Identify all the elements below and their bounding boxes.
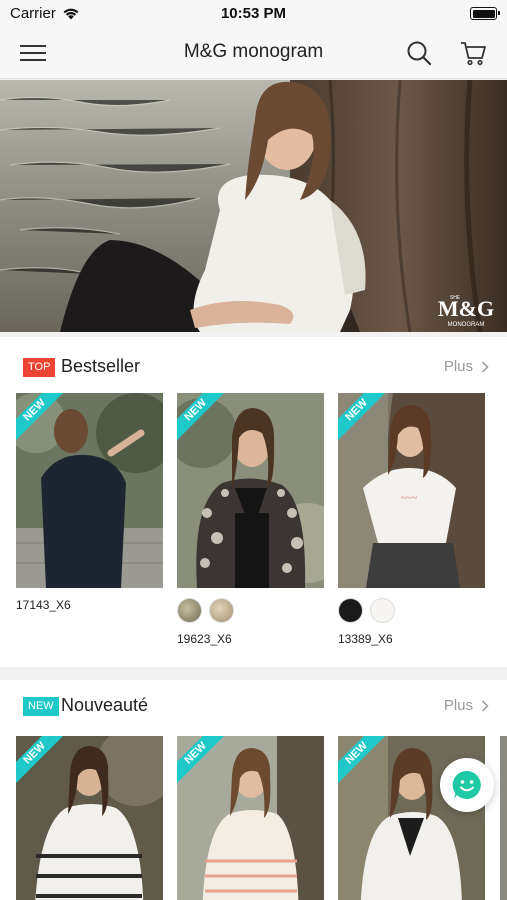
bestseller-more-link[interactable]: Plus xyxy=(444,358,489,375)
product-card[interactable]: NEW xyxy=(177,736,324,900)
cart-icon[interactable] xyxy=(458,38,488,68)
product-card[interactable]: NEW 17143_X6 xyxy=(16,393,163,623)
product-sku: 13389_X6 xyxy=(338,632,393,646)
product-image[interactable]: NEW xyxy=(16,736,163,900)
clock: 10:53 PM xyxy=(220,5,287,22)
new-ribbon: NEW xyxy=(177,736,225,784)
product-card[interactable]: NEW 19623_X6 xyxy=(177,393,324,653)
hero-banner[interactable]: M&G MONOGRAM SHE xyxy=(0,80,507,332)
color-swatch[interactable] xyxy=(209,598,234,623)
new-ribbon: NEW xyxy=(16,393,64,441)
nouveaute-section: NEW Nouveauté Plus NEW NEW NEW xyxy=(0,680,507,900)
new-ribbon: NEW xyxy=(16,736,64,784)
nav-bar: M&G monogram xyxy=(0,28,507,79)
product-card[interactable]: ~~~ NEW 13389_X6 xyxy=(338,393,485,653)
more-label: Plus xyxy=(443,358,473,375)
nouveaute-title: Nouveauté xyxy=(61,695,149,715)
color-swatches xyxy=(177,598,234,623)
nouveaute-more-link[interactable]: Plus xyxy=(444,697,489,714)
search-icon[interactable] xyxy=(404,38,434,68)
status-bar: Carrier 10:53 PM xyxy=(0,0,507,28)
bestseller-title: Bestseller xyxy=(61,356,141,376)
battery-icon xyxy=(470,7,500,20)
product-image[interactable]: NEW xyxy=(177,736,324,900)
color-swatch[interactable] xyxy=(177,598,202,623)
new-badge: NEW xyxy=(23,697,59,716)
bestseller-section: TOP Bestseller Plus NEW 17143_X6 NEW 196… xyxy=(0,337,507,667)
product-image[interactable]: NEW xyxy=(16,393,163,588)
product-sku: 17143_X6 xyxy=(16,598,71,612)
svg-text:~~~: ~~~ xyxy=(401,493,418,504)
product-image[interactable]: NEW xyxy=(177,393,324,588)
chat-smile-icon xyxy=(452,770,481,799)
new-ribbon: NEW xyxy=(338,393,386,441)
color-swatch[interactable] xyxy=(370,598,395,623)
top-badge: TOP xyxy=(23,358,56,377)
more-label: Plus xyxy=(443,697,473,714)
hero-logo-top: SHE xyxy=(450,295,461,301)
chat-button[interactable] xyxy=(440,758,494,812)
next-product-peek xyxy=(500,736,507,900)
bestseller-header: TOP Bestseller Plus xyxy=(0,337,507,397)
product-sku: 19623_X6 xyxy=(177,632,232,646)
chevron-right-icon xyxy=(481,699,489,712)
product-image[interactable]: ~~~ NEW xyxy=(338,393,485,588)
hero-logo: M&G xyxy=(438,296,494,321)
chevron-right-icon xyxy=(481,360,489,373)
color-swatch[interactable] xyxy=(338,598,363,623)
nouveaute-header: NEW Nouveauté Plus xyxy=(0,680,507,740)
hero-logo-sub: MONOGRAM xyxy=(448,322,485,328)
hero-image: M&G MONOGRAM SHE xyxy=(0,80,507,332)
color-swatches xyxy=(338,598,395,623)
new-ribbon: NEW xyxy=(177,393,225,441)
product-card[interactable]: NEW xyxy=(16,736,163,900)
new-ribbon: NEW xyxy=(338,736,386,784)
